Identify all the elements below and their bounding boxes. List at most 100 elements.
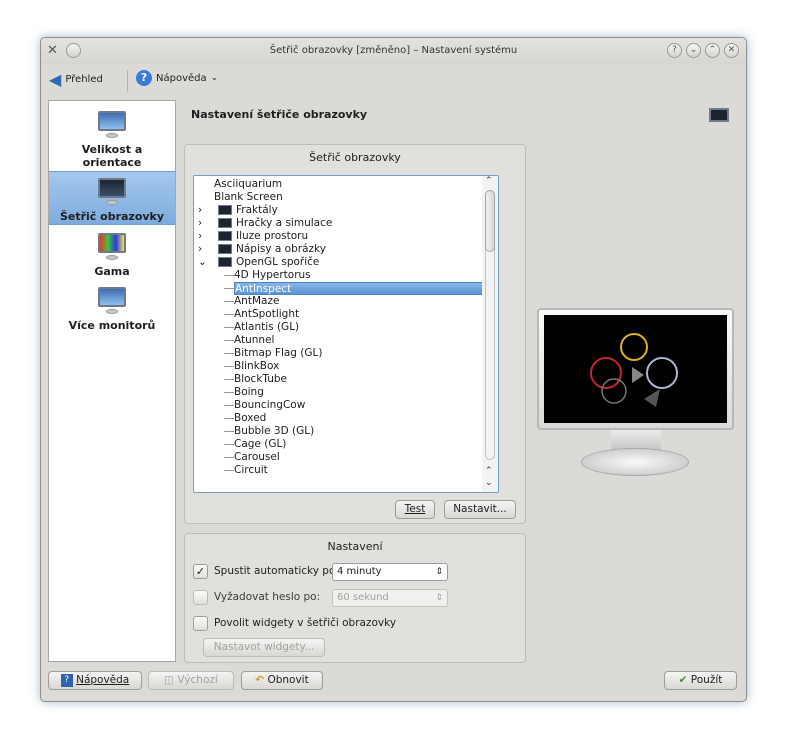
- tree-item[interactable]: AntSpotlight: [234, 308, 299, 321]
- tree-branch-line: [224, 392, 234, 393]
- screensaver-icon: [98, 178, 126, 208]
- autostart-label: Spustit automaticky po:: [214, 565, 339, 577]
- screensaver-header-icon: [709, 108, 729, 122]
- preview-image: [590, 333, 678, 407]
- help-menu-button[interactable]: ? Nápověda ⌄: [136, 70, 218, 86]
- check-icon: ✔: [678, 674, 688, 686]
- scroll-up-icon[interactable]: ⌃: [485, 466, 493, 476]
- tree-item[interactable]: AntInspect: [234, 282, 492, 295]
- tree-category[interactable]: Hračky a simulace: [236, 217, 332, 230]
- defaults-icon: ◫: [164, 674, 175, 686]
- tree-item[interactable]: BlockTube: [234, 373, 287, 386]
- maximize-button[interactable]: ⌃: [705, 43, 720, 58]
- tree-branch-line: [224, 275, 234, 276]
- tree-branch-line: [224, 444, 234, 445]
- tree-item[interactable]: Circuit: [234, 464, 268, 477]
- help-icon: ?: [136, 70, 152, 86]
- screensaver-group-title: Šetřič obrazovky: [309, 151, 401, 164]
- password-delay-select[interactable]: 60 sekund ⇕: [332, 589, 448, 607]
- widgets-setup-button[interactable]: Nastavot widgety...: [203, 638, 325, 657]
- spin-icon: ⇕: [435, 593, 443, 603]
- expand-icon[interactable]: ›: [198, 217, 202, 230]
- tree-branch-line: [224, 470, 234, 471]
- tree-branch-line: [224, 301, 234, 302]
- monitor-icon: [98, 287, 126, 317]
- settings-window: ✕ Šetřič obrazovky [změněno] – Nastavení…: [40, 37, 747, 702]
- tree-item[interactable]: BouncingCow: [234, 399, 305, 412]
- screensaver-preview: [537, 308, 734, 430]
- tree-scrollbar[interactable]: ⌃ ⌃ ⌄: [482, 176, 498, 492]
- folder-icon: [218, 244, 232, 254]
- sidebar-item-screensaver[interactable]: Šetřič obrazovky: [49, 171, 175, 225]
- tree-category[interactable]: OpenGL spořiče: [236, 256, 319, 269]
- scroll-down-icon[interactable]: ⌄: [485, 478, 493, 488]
- tree-category[interactable]: Nápisy a obrázky: [236, 243, 326, 256]
- tree-item[interactable]: Atunnel: [234, 334, 274, 347]
- tree-item[interactable]: AntMaze: [234, 295, 279, 308]
- tree-category[interactable]: Asciiquarium: [214, 178, 282, 191]
- help-button[interactable]: ? Nápověda: [48, 671, 142, 690]
- defaults-button[interactable]: ◫ Výchozí: [148, 671, 234, 690]
- preview-screen: [544, 315, 727, 423]
- screensaver-tree[interactable]: Asciiquarium Blank Screen › Fraktály › Hračky…: [193, 175, 499, 493]
- tree-branch-line: [224, 353, 234, 354]
- expand-icon[interactable]: ›: [198, 204, 202, 217]
- widgets-checkbox[interactable]: [193, 616, 208, 631]
- tree-item[interactable]: Boxed: [234, 412, 266, 425]
- tree-item[interactable]: Boing: [234, 386, 264, 399]
- sidebar: Velikost a orientace Šetřič obrazovky Ga…: [48, 100, 176, 662]
- chevron-down-icon: ⌄: [210, 73, 219, 83]
- tree-branch-line: [224, 379, 234, 380]
- tree-item[interactable]: Bubble 3D (GL): [234, 425, 314, 438]
- tree-item[interactable]: 4D Hypertorus: [234, 269, 311, 282]
- folder-icon: [218, 257, 232, 267]
- help-titlebar-button[interactable]: ?: [667, 43, 682, 58]
- back-arrow-icon: ◀: [49, 70, 62, 89]
- tree-branch-line: [224, 288, 234, 289]
- collapse-icon[interactable]: ⌄: [198, 256, 207, 269]
- tree-category[interactable]: Iluze prostoru: [236, 230, 308, 243]
- reset-button[interactable]: ↶ Obnovit: [241, 671, 323, 690]
- setup-button[interactable]: Nastavit...: [444, 500, 516, 519]
- tree-branch-line: [224, 405, 234, 406]
- autostart-checkbox[interactable]: ✓: [193, 564, 208, 579]
- tree-item[interactable]: BlinkBox: [234, 360, 279, 373]
- autostart-delay-select[interactable]: 4 minuty ⇕: [332, 563, 448, 581]
- spin-icon: ⇕: [435, 567, 443, 577]
- expand-icon[interactable]: ›: [198, 230, 202, 243]
- expand-icon[interactable]: ›: [198, 243, 202, 256]
- tree-category[interactable]: Fraktály: [236, 204, 278, 217]
- scroll-up-icon[interactable]: ⌃: [485, 176, 493, 186]
- sidebar-item-multiple-monitors[interactable]: Více monitorů: [49, 285, 175, 333]
- monitor-base: [581, 448, 689, 476]
- test-button[interactable]: Test: [395, 500, 435, 519]
- monitor-icon: [98, 111, 126, 141]
- toolbar: ◀ Přehled ? Nápověda ⌄: [41, 64, 746, 94]
- title-bar: ✕ Šetřič obrazovky [změněno] – Nastavení…: [41, 38, 746, 64]
- undo-icon: ↶: [255, 674, 265, 686]
- password-checkbox[interactable]: [193, 590, 208, 605]
- tree-branch-line: [224, 457, 234, 458]
- tree-category[interactable]: Blank Screen: [214, 191, 283, 204]
- tree-item[interactable]: Atlantis (GL): [234, 321, 299, 334]
- overview-button[interactable]: ◀ Přehled: [49, 70, 103, 89]
- scroll-thumb[interactable]: [485, 190, 495, 252]
- tree-branch-line: [224, 314, 234, 315]
- close-button[interactable]: ✕: [724, 43, 739, 58]
- tree-branch-line: [224, 431, 234, 432]
- toolbar-separator: [127, 70, 128, 92]
- tree-item[interactable]: Bitmap Flag (GL): [234, 347, 322, 360]
- sidebar-item-size-orientation[interactable]: Velikost a orientace: [49, 107, 175, 169]
- tree-item[interactable]: Carousel: [234, 451, 280, 464]
- tree-branch-line: [224, 340, 234, 341]
- tree-branch-line: [224, 327, 234, 328]
- help-book-icon: ?: [60, 673, 73, 687]
- tree-branch-line: [224, 366, 234, 367]
- tree-item[interactable]: Cage (GL): [234, 438, 286, 451]
- settings-group: Nastavení ✓ Spustit automaticky po: 4 mi…: [184, 533, 526, 663]
- minimize-button[interactable]: ⌄: [686, 43, 701, 58]
- sidebar-item-gamma[interactable]: Gama: [49, 229, 175, 278]
- page-title: Nastavení šetřiče obrazovky: [191, 108, 368, 121]
- settings-group-title: Nastavení: [327, 540, 383, 553]
- apply-button[interactable]: ✔ Použít: [664, 671, 737, 690]
